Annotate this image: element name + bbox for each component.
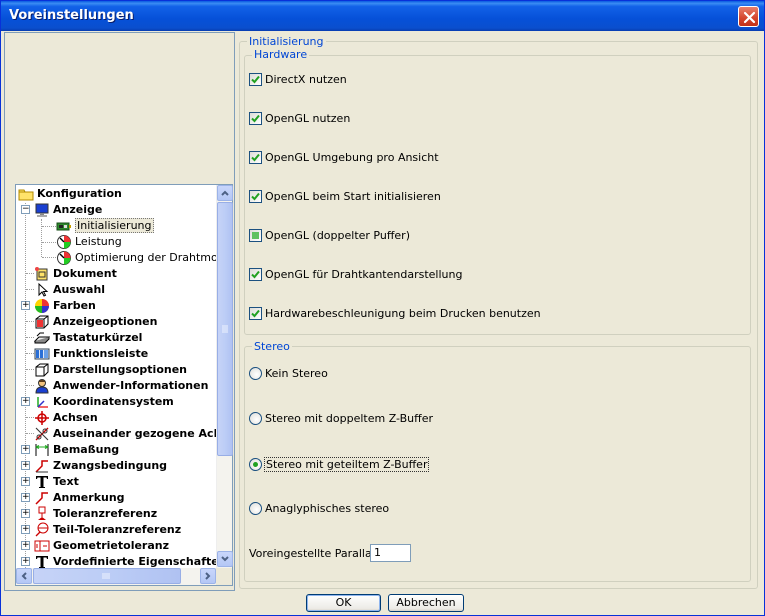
tree-item-leistung[interactable]: Leistung	[56, 234, 214, 250]
scroll-down-button[interactable]	[217, 551, 233, 567]
scroll-right-button[interactable]	[200, 568, 216, 584]
tree-item-tastaturkuerzel[interactable]: Tastaturkürzel	[33, 330, 214, 346]
tree-item-auswahl[interactable]: Auswahl	[34, 282, 214, 298]
tree-expander-farben[interactable]: +	[21, 301, 30, 310]
tree-item-auseinander-gezogene-achsen[interactable]: Auseinander gezogene Achs	[34, 426, 216, 442]
tree-item-anwender-informationen[interactable]: Anwender-Informationen	[34, 378, 214, 394]
tree-expander-zwangsbedingung[interactable]: +	[21, 461, 30, 470]
tree-content: Konfiguration − Anzeige Initialisierung	[16, 185, 216, 568]
tree-item-toleranzreferenz[interactable]: Toleranzreferenz	[34, 506, 214, 522]
constraint-icon	[34, 458, 50, 474]
scroll-thumb-vertical[interactable]	[217, 202, 233, 456]
tree-item-zwangsbedingung[interactable]: Zwangsbedingung	[34, 458, 214, 474]
tree-item-koordinatensystem[interactable]: Koordinatensystem	[34, 394, 214, 410]
gauge-icon	[56, 250, 72, 266]
box-icon	[34, 314, 50, 330]
tree-item-vordefinierte-eigenschaften[interactable]: Vordefinierte Eigenschaften	[34, 554, 216, 568]
tree-expander-toleranzreferenz[interactable]: +	[21, 509, 30, 518]
color-wheel-icon	[34, 298, 50, 314]
tree-item-farben[interactable]: Farben	[34, 298, 214, 314]
settings-tree[interactable]: Konfiguration − Anzeige Initialisierung	[15, 184, 233, 586]
tree-item-funktionsleiste[interactable]: Funktionsleiste	[34, 346, 214, 362]
parallax-input[interactable]: 1	[370, 544, 411, 562]
cube-icon	[34, 362, 50, 378]
tree-item-text[interactable]: Text	[34, 474, 214, 490]
tree-item-geometrietoleranz[interactable]: Geometrietoleranz	[34, 538, 214, 554]
tree-item-teil-toleranzreferenz[interactable]: Teil-Toleranzreferenz	[34, 522, 214, 538]
tree-expander-text[interactable]: +	[21, 477, 30, 486]
tree-item-darstellungsoptionen[interactable]: Darstellungsoptionen	[34, 362, 214, 378]
text-icon	[34, 474, 50, 490]
chevron-left-icon	[17, 572, 31, 586]
stereo-group-label: Stereo	[252, 340, 292, 353]
tree-item-dokument[interactable]: Dokument	[34, 266, 214, 282]
tree-item-konfiguration[interactable]: Konfiguration	[18, 186, 214, 202]
tree-expander-geometrietoleranz[interactable]: +	[21, 541, 30, 550]
hardware-group-label: Hardware	[252, 48, 310, 61]
monitor-icon	[34, 202, 50, 218]
toolbar-icon	[34, 346, 50, 362]
tree-item-anzeigeoptionen[interactable]: Anzeigeoptionen	[34, 314, 214, 330]
scroll-thumb-horizontal[interactable]	[33, 568, 181, 584]
tree-item-optimierung[interactable]: Optimierung der Drahtmodelld	[56, 250, 216, 266]
title-bar[interactable]: Voreinstellungen	[1, 1, 764, 31]
preferences-dialog: Voreinstellungen Konfiguration − Anzeige…	[0, 0, 765, 616]
init-group-label: Initialisierung	[247, 35, 326, 48]
tree-vertical-scrollbar[interactable]	[216, 185, 233, 568]
window-title: Voreinstellungen	[9, 8, 134, 23]
cancel-button[interactable]: Abbrechen	[388, 594, 464, 612]
annotation-icon	[34, 490, 50, 506]
tree-item-achsen[interactable]: Achsen	[34, 410, 214, 426]
tree-expander-teil-toleranzreferenz[interactable]: +	[21, 525, 30, 534]
tree-expander-vordefinierte-eigenschaften[interactable]: +	[21, 557, 30, 566]
tree-item-bemassung[interactable]: Bemaßung	[34, 442, 214, 458]
document-icon	[34, 266, 50, 282]
tree-expander-anzeige[interactable]: −	[21, 205, 30, 214]
exploded-axes-icon	[34, 426, 50, 442]
datum-target-icon	[34, 522, 50, 538]
tree-horizontal-scrollbar[interactable]	[16, 568, 216, 585]
tree-item-anzeige[interactable]: Anzeige	[34, 202, 214, 218]
scroll-left-button[interactable]	[16, 568, 32, 584]
tree-expander-anmerkung[interactable]: +	[21, 493, 30, 502]
user-icon	[34, 378, 50, 394]
scrollbar-corner	[216, 568, 232, 585]
scroll-up-button[interactable]	[217, 185, 233, 201]
axes-icon	[34, 394, 50, 410]
keyboard-icon	[33, 330, 51, 346]
gauge-icon	[56, 234, 72, 250]
cursor-icon	[34, 282, 50, 298]
chevron-right-icon	[201, 572, 215, 586]
graphics-card-icon	[56, 218, 72, 234]
tree-expander-bemassung[interactable]: +	[21, 445, 30, 454]
datum-icon	[34, 506, 50, 522]
tree-expander-koordinatensystem[interactable]: +	[21, 397, 30, 406]
ok-button[interactable]: OK	[306, 594, 381, 612]
close-button[interactable]	[738, 6, 759, 27]
folder-icon	[18, 186, 34, 202]
tree-item-anmerkung[interactable]: Anmerkung	[34, 490, 214, 506]
crosshair-icon	[34, 410, 50, 426]
tree-item-initialisierung[interactable]: Initialisierung	[56, 218, 214, 234]
dimension-icon	[34, 442, 50, 458]
text-icon	[34, 554, 50, 568]
tolerance-icon	[34, 538, 50, 554]
